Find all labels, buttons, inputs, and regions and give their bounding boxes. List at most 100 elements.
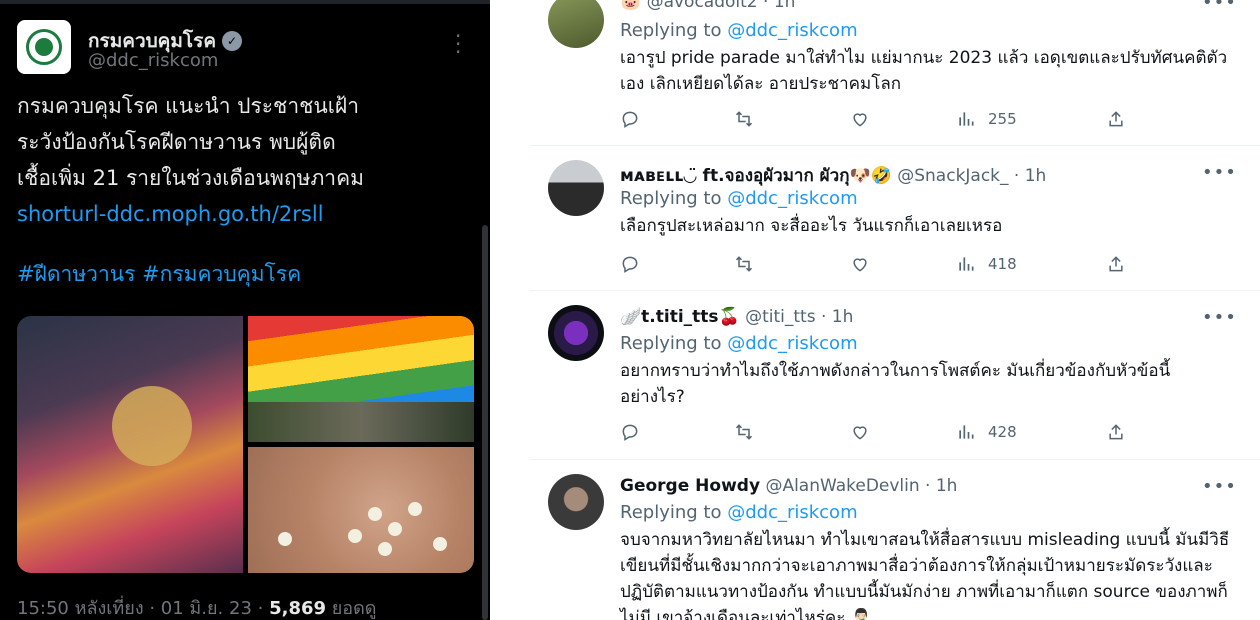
reply-text: จบจากมหาวิทยาลัยไหนมา ทำไมเขาสอนให้สื่อส… xyxy=(620,527,1230,620)
analytics-icon xyxy=(959,112,974,126)
share-icon[interactable] xyxy=(1106,422,1126,442)
views-count: 418 xyxy=(988,255,1017,273)
replies-panel: 🐷 @avocadoit2 · 1h ••• Replying to @ddc_… xyxy=(530,0,1260,620)
replying-prefix: Replying to xyxy=(620,502,728,523)
reply-text-line: อยากทราบว่าทำไมถึงใช้ภาพดังกล่าวในการโพส… xyxy=(620,361,1171,381)
replying-to: Replying to @ddc_riskcom xyxy=(620,188,858,209)
reply-actions: 418 xyxy=(620,253,1140,275)
like-icon[interactable] xyxy=(850,254,956,274)
reply-handle[interactable]: @avocadoit2 xyxy=(647,0,758,12)
reply-header: ᴍᴀʙᴇʟʟ◡̈ ft.จองอุผัวมาก ผัวกุ🐶🤣 @SnackJa… xyxy=(620,162,1046,189)
reply-more-icon[interactable]: ••• xyxy=(1202,0,1237,13)
media-image-rainbow-flag[interactable] xyxy=(248,316,474,442)
reply-actions: 428 xyxy=(620,421,1140,443)
reply-display-name[interactable]: ᴍᴀʙᴇʟʟ◡̈ ft.จองอุผัวมาก ผัวกุ🐶🤣 xyxy=(620,166,892,186)
views-stat[interactable]: 255 xyxy=(956,109,1106,129)
reply-actions: 255 xyxy=(620,108,1140,130)
reply-display-name[interactable]: George Howdy xyxy=(620,476,760,496)
share-icon[interactable] xyxy=(1106,254,1126,274)
replying-prefix: Replying to xyxy=(620,188,728,209)
reply-header: 🪽t.titi_tts🍒 @titi_tts · 1h xyxy=(620,307,853,327)
scrollbar[interactable] xyxy=(482,225,488,620)
retweet-icon[interactable] xyxy=(734,109,850,129)
reply-text-line: เลือกรูปสะเหล่อมาก จะสื่ออะไร วันแรกก็เอ… xyxy=(620,216,1003,236)
reply-text-line: ไม่มี เขาจ้างเดือนละเท่าไหร่คะ 🤦🏻‍♂️ xyxy=(620,608,872,620)
reply-header: 🐷 @avocadoit2 · 1h xyxy=(620,0,795,12)
views-count: 5,869 xyxy=(269,598,327,619)
reply-avatar[interactable] xyxy=(548,0,604,48)
panel-top-border xyxy=(0,0,490,4)
tweet-text-line: กรมควบคุมโรค แนะนำ ประชาชนเฝ้า xyxy=(17,94,359,118)
analytics-icon xyxy=(959,257,974,271)
reply-text-line: เอารูป pride parade มาใส่ทำไม แย่มากนะ 2… xyxy=(620,48,1228,68)
tweet-hashtags[interactable]: #ฝีดาษวานร #กรมควบคุมโรค xyxy=(17,258,301,291)
screenshot-composite: กรมควบคุมโรค ✓ @ddc_riskcom · · · กรมควบคุ… xyxy=(0,0,1260,620)
tweet-link[interactable]: shorturl-ddc.moph.go.th/2rsll xyxy=(17,196,437,232)
like-icon[interactable] xyxy=(850,109,956,129)
verified-badge-icon: ✓ xyxy=(222,31,243,51)
reply-avatar[interactable] xyxy=(548,474,604,530)
more-options-icon[interactable]: · · · xyxy=(455,26,461,62)
analytics-icon xyxy=(959,425,974,439)
reply-handle[interactable]: @SnackJack_ xyxy=(897,166,1008,186)
views-stat[interactable]: 418 xyxy=(956,254,1106,274)
share-icon[interactable] xyxy=(1106,109,1126,129)
retweet-icon[interactable] xyxy=(734,422,850,442)
author-handle[interactable]: @ddc_riskcom xyxy=(88,50,218,71)
replying-to: Replying to @ddc_riskcom xyxy=(620,20,858,41)
tweet-timestamp[interactable]: 15:50 หลังเที่ยง · 01 มิ.ย. 23 · xyxy=(17,598,269,619)
reply-text-line: เขียนที่มีชั้นเชิงมากกว่าจะเอาภาพมาสื่อว… xyxy=(620,556,1213,576)
original-tweet-panel: กรมควบคุมโรค ✓ @ddc_riskcom · · · กรมควบคุ… xyxy=(0,0,490,620)
retweet-icon[interactable] xyxy=(734,254,850,274)
replying-mention[interactable]: @ddc_riskcom xyxy=(727,502,857,523)
tweet-media-grid xyxy=(17,316,474,573)
reply-more-icon[interactable]: ••• xyxy=(1202,162,1237,183)
reply-text: อยากทราบว่าทำไมถึงใช้ภาพดังกล่าวในการโพส… xyxy=(620,358,1230,410)
reply-text: เลือกรูปสะเหล่อมาก จะสื่ออะไร วันแรกก็เอ… xyxy=(620,213,1230,239)
reply-text-line: เอง เลิกเหยียดได้ละ อายประชาคมโลก xyxy=(620,74,902,94)
reply-time[interactable]: · 1h xyxy=(920,476,957,496)
replying-mention[interactable]: @ddc_riskcom xyxy=(727,20,857,41)
tweet-meta: 15:50 หลังเที่ยง · 01 มิ.ย. 23 · 5,869 ย… xyxy=(17,593,376,620)
reply-time[interactable]: · 1h xyxy=(1009,166,1046,186)
reply-avatar[interactable] xyxy=(548,160,604,216)
reply-display-name[interactable]: 🪽t.titi_tts🍒 xyxy=(620,307,740,327)
reply-text-line: จบจากมหาวิทยาลัยไหนมา ทำไมเขาสอนให้สื่อส… xyxy=(620,530,1230,550)
tweet-text: กรมควบคุมโรค แนะนำ ประชาชนเฝ้า ระวังป้อง… xyxy=(17,88,437,232)
replying-mention[interactable]: @ddc_riskcom xyxy=(727,188,857,209)
reply-header: George Howdy @AlanWakeDevlin · 1h xyxy=(620,476,957,496)
like-icon[interactable] xyxy=(850,422,956,442)
reply-more-icon[interactable]: ••• xyxy=(1202,307,1237,328)
ddc-logo-icon xyxy=(26,29,62,65)
replying-prefix: Replying to xyxy=(620,20,728,41)
reply-item[interactable]: ᴍᴀʙᴇʟʟ◡̈ ft.จองอุผัวมาก ผัวกุ🐶🤣 @SnackJa… xyxy=(530,146,1260,290)
reply-comment-icon[interactable] xyxy=(620,109,734,129)
reply-comment-icon[interactable] xyxy=(620,254,734,274)
reply-handle[interactable]: @AlanWakeDevlin xyxy=(765,476,919,496)
reply-more-icon[interactable]: ••• xyxy=(1202,476,1237,497)
reply-time[interactable]: · 1h xyxy=(816,307,853,327)
views-stat[interactable]: 428 xyxy=(956,422,1106,442)
author-avatar[interactable] xyxy=(17,20,71,74)
reply-handle[interactable]: @titi_tts xyxy=(745,307,815,327)
replying-mention[interactable]: @ddc_riskcom xyxy=(727,333,857,354)
views-count: 428 xyxy=(988,423,1017,441)
reply-text: เอารูป pride parade มาใส่ทำไม แย่มากนะ 2… xyxy=(620,45,1230,97)
reply-item[interactable]: 🐷 @avocadoit2 · 1h ••• Replying to @ddc_… xyxy=(530,0,1260,145)
media-image-skin-lesions[interactable] xyxy=(248,447,474,573)
replying-to: Replying to @ddc_riskcom xyxy=(620,502,858,523)
reply-item[interactable]: 🪽t.titi_tts🍒 @titi_tts · 1h ••• Replying… xyxy=(530,291,1260,459)
views-label: ยอดดู xyxy=(326,598,377,619)
replying-to: Replying to @ddc_riskcom xyxy=(620,333,858,354)
pig-emoji-icon: 🐷 xyxy=(620,0,642,12)
reply-time[interactable]: · 1h xyxy=(758,0,795,12)
reply-comment-icon[interactable] xyxy=(620,422,734,442)
reply-avatar[interactable] xyxy=(548,305,604,361)
reply-text-line: อย่างไร? xyxy=(620,387,685,407)
views-count: 255 xyxy=(988,110,1017,128)
tweet-text-line: เชื้อเพิ่ม 21 รายในช่วงเดือนพฤษภาคม xyxy=(17,166,364,190)
replying-prefix: Replying to xyxy=(620,333,728,354)
media-image-parade[interactable] xyxy=(17,316,243,573)
reply-text-line: ปฏิบัติตามแนวทางป้องกัน ทำแบบนี้มันมักง่… xyxy=(620,582,1228,602)
reply-item[interactable]: George Howdy @AlanWakeDevlin · 1h ••• Re… xyxy=(530,460,1260,620)
